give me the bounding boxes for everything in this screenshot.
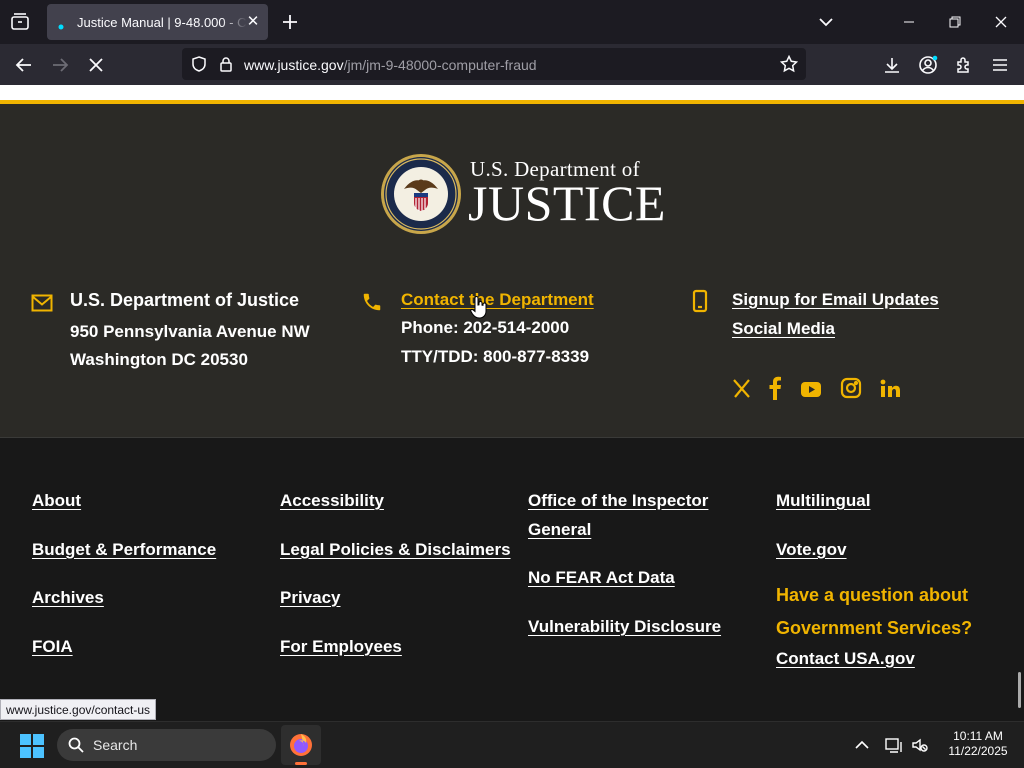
- volume-muted-icon[interactable]: [910, 735, 930, 755]
- forward-arrow-icon[interactable]: [48, 53, 72, 77]
- close-window-button[interactable]: [978, 0, 1024, 44]
- system-clock[interactable]: 10:11 AM 11/22/2025: [938, 729, 1018, 759]
- phone-icon: [361, 291, 383, 318]
- taskbar-search-box[interactable]: Search: [57, 729, 276, 761]
- tab-title: Justice Manual | 9-48.000 - Computer Fra…: [77, 15, 247, 30]
- phone-number: Phone: 202-514-2000: [401, 318, 570, 337]
- address-street: 950 Pennsylvania Avenue NW: [70, 322, 310, 341]
- link-status-url: www.justice.gov/contact-us: [0, 699, 157, 720]
- list-all-tabs-chevron-icon[interactable]: [816, 12, 836, 32]
- new-tab-plus-icon[interactable]: [279, 11, 301, 33]
- legal-policies-link[interactable]: Legal Policies & Disclaimers: [280, 540, 511, 560]
- vote-gov-link[interactable]: Vote.gov: [776, 540, 847, 560]
- email-updates-link[interactable]: Signup for Email Updates: [732, 290, 939, 310]
- downloads-icon[interactable]: [880, 53, 904, 77]
- inspector-general-link-line2[interactable]: General: [528, 520, 591, 540]
- url-text[interactable]: www.justice.gov/jm/jm-9-48000-computer-f…: [244, 57, 537, 73]
- footer-links-section: About Budget & Performance Archives FOIA…: [0, 437, 1024, 721]
- hand-pointer-cursor-icon: [470, 295, 488, 319]
- accessibility-link[interactable]: Accessibility: [280, 491, 384, 511]
- firefox-icon: [290, 734, 312, 756]
- envelope-icon: [31, 294, 53, 317]
- instagram-icon[interactable]: [840, 376, 862, 400]
- no-fear-act-link[interactable]: No FEAR Act Data: [528, 568, 675, 588]
- show-hidden-icons-chevron-icon[interactable]: [852, 735, 872, 755]
- contact-usagov-link[interactable]: Contact USA.gov: [776, 649, 915, 669]
- tracking-protection-shield-icon[interactable]: [190, 55, 208, 73]
- search-icon: [68, 737, 84, 758]
- foia-link[interactable]: FOIA: [32, 637, 73, 657]
- clock-time: 10:11 AM: [953, 729, 1003, 743]
- x-twitter-icon[interactable]: [732, 376, 752, 400]
- minimize-button[interactable]: [886, 0, 932, 44]
- scrollbar-thumb[interactable]: [1018, 672, 1021, 708]
- footer-contact-section: U.S. Department of JUSTICE U.S. Departme…: [0, 104, 1024, 437]
- address-bar[interactable]: www.justice.gov/jm/jm-9-48000-computer-f…: [182, 48, 806, 80]
- url-host: www.justice.gov: [244, 57, 344, 73]
- for-employees-link[interactable]: For Employees: [280, 637, 402, 657]
- contact-department-link[interactable]: Contact the Department: [401, 290, 594, 310]
- multilingual-link[interactable]: Multilingual: [776, 491, 870, 511]
- doj-seal-logo[interactable]: [380, 153, 462, 235]
- address-city: Washington DC 20530: [70, 350, 248, 369]
- url-path: /jm/jm-9-48000-computer-fraud: [343, 57, 537, 73]
- linkedin-icon[interactable]: [880, 376, 902, 400]
- firefox-taskbar-button[interactable]: [281, 725, 321, 765]
- about-link[interactable]: About: [32, 491, 81, 511]
- question-heading-line2: Government Services?: [776, 618, 973, 638]
- hamburger-menu-icon[interactable]: [988, 53, 1012, 77]
- active-tab[interactable]: Justice Manual | 9-48.000 - Computer Fra…: [47, 4, 268, 40]
- privacy-link[interactable]: Privacy: [280, 588, 341, 608]
- close-tab-icon[interactable]: ✕: [243, 12, 263, 32]
- tty-number: TTY/TDD: 800-877-8339: [401, 347, 590, 366]
- vulnerability-disclosure-link[interactable]: Vulnerability Disclosure: [528, 617, 721, 637]
- facebook-icon[interactable]: [768, 376, 782, 400]
- mobile-phone-icon: [692, 289, 708, 318]
- windows-taskbar: Search 10:11 AM 11/22/2025: [0, 721, 1024, 768]
- social-media-link[interactable]: Social Media: [732, 319, 835, 339]
- active-app-indicator: [295, 762, 307, 765]
- logo-line2: JUSTICE: [468, 175, 666, 231]
- extensions-puzzle-icon[interactable]: [952, 53, 976, 77]
- bookmark-star-icon[interactable]: [779, 54, 799, 73]
- loading-favicon-icon: [57, 18, 65, 30]
- windows-start-icon[interactable]: [20, 734, 44, 763]
- stop-loading-icon[interactable]: [84, 53, 108, 77]
- question-heading-line1: Have a question about: [776, 585, 969, 605]
- address-title: U.S. Department of Justice: [70, 290, 300, 310]
- page-content: U.S. Department of JUSTICE U.S. Departme…: [0, 85, 1024, 721]
- tab-bar: Justice Manual | 9-48.000 - Computer Fra…: [0, 0, 1024, 44]
- youtube-icon[interactable]: [800, 376, 822, 400]
- tab-list-icon[interactable]: [8, 10, 32, 34]
- page-body-edge: [0, 85, 1024, 100]
- search-label: Search: [93, 737, 138, 753]
- lock-icon[interactable]: [217, 55, 235, 73]
- back-arrow-icon[interactable]: [12, 53, 36, 77]
- inspector-general-link-line1[interactable]: Office of the Inspector: [528, 491, 708, 511]
- archives-link[interactable]: Archives: [32, 588, 104, 608]
- restore-button[interactable]: [932, 0, 978, 44]
- budget-performance-link[interactable]: Budget & Performance: [32, 540, 216, 560]
- navigation-toolbar: www.justice.gov/jm/jm-9-48000-computer-f…: [0, 44, 1024, 85]
- account-icon[interactable]: [916, 53, 940, 77]
- clock-date: 11/22/2025: [948, 744, 1008, 758]
- network-display-icon[interactable]: [884, 735, 904, 755]
